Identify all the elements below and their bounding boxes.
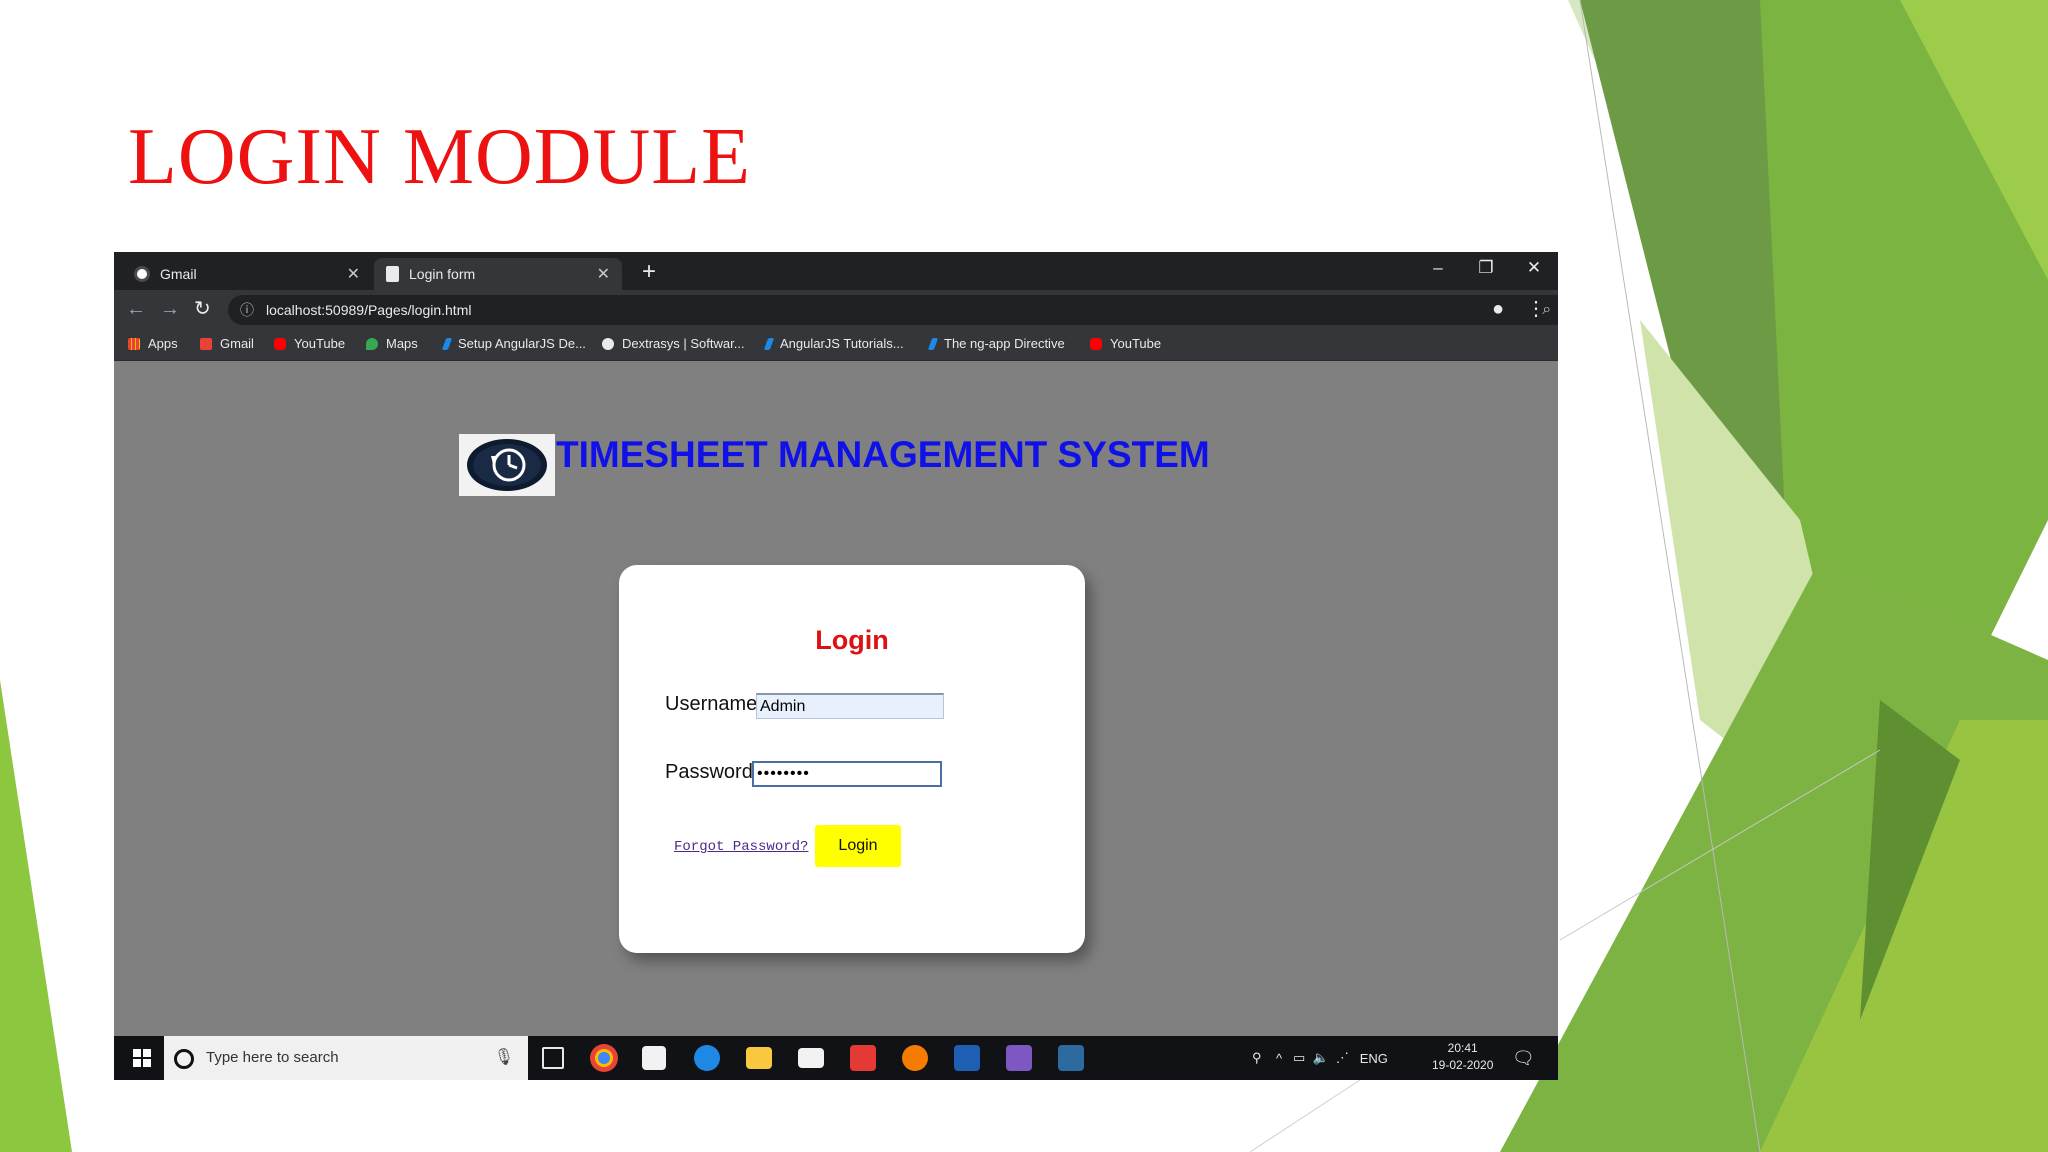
slide-title: LOGIN MODULE [128, 113, 752, 201]
windows-taskbar: Type here to search 🎙 ⚲ ^ ▭ 🔈 ⋰ ENG 20:4… [114, 1036, 1558, 1080]
tab-label: Login form [409, 266, 476, 282]
bookmark-maps[interactable]: Maps [366, 336, 418, 351]
battery-icon[interactable]: ▭ [1293, 1050, 1305, 1066]
bookmark-icon [763, 337, 775, 350]
back-arrow-icon[interactable]: ← [126, 298, 146, 320]
clock-logo [459, 434, 555, 496]
wifi-icon[interactable]: ⋰ [1336, 1050, 1349, 1066]
action-center-icon[interactable]: 🗨 [1512, 1036, 1535, 1080]
anydesk-icon[interactable] [850, 1045, 876, 1071]
taskbar-search[interactable]: Type here to search 🎙 [164, 1036, 528, 1080]
edge-icon[interactable] [694, 1045, 720, 1071]
bookmarks-bar: Apps Gmail YouTube Maps Setup AngularJS … [114, 330, 1558, 361]
maps-icon [366, 337, 378, 350]
globe-icon [602, 337, 614, 350]
clock-date: 19-02-2020 [1432, 1058, 1494, 1072]
cortana-icon [174, 1049, 194, 1069]
browser-screenshot: Gmail ✕ Login form ✕ + – ❐ ✕ ← → ↻ ⓘ loc… [114, 252, 1558, 1080]
word-icon[interactable] [954, 1045, 980, 1071]
file-explorer-icon[interactable] [746, 1047, 772, 1069]
bookmark-youtube-2[interactable]: YouTube [1090, 336, 1161, 351]
bookmark-dextrasys[interactable]: Dextrasys | Softwar... [602, 336, 745, 351]
youtube-icon [274, 337, 286, 350]
new-tab-button[interactable]: + [642, 258, 656, 286]
task-view-icon[interactable] [542, 1047, 564, 1069]
microphone-icon[interactable]: 🎙 [494, 1036, 514, 1080]
bookmark-gmail[interactable]: Gmail [200, 336, 254, 351]
youtube-icon [1090, 337, 1102, 350]
mail-icon[interactable] [798, 1048, 824, 1068]
close-icon[interactable]: ✕ [347, 264, 360, 284]
tab-bar: Gmail ✕ Login form ✕ + – ❐ ✕ [114, 252, 1558, 290]
username-input[interactable] [756, 693, 944, 719]
minimize-button[interactable]: – [1414, 252, 1462, 284]
reload-icon[interactable]: ↻ [194, 298, 211, 320]
search-placeholder: Type here to search [206, 1049, 339, 1066]
sql-server-icon[interactable] [1058, 1045, 1084, 1071]
tab-gmail[interactable]: Gmail ✕ [122, 258, 372, 290]
password-label: Password [665, 761, 753, 783]
profile-icon[interactable]: ● [1492, 298, 1504, 320]
forgot-password-link[interactable]: Forgot Password? [674, 839, 808, 855]
info-icon[interactable]: ⓘ [240, 295, 254, 325]
google-icon [134, 266, 150, 282]
windows-start-icon[interactable] [122, 1036, 162, 1080]
bookmark-setup-angularjs[interactable]: Setup AngularJS De... [441, 336, 586, 351]
address-bar[interactable]: ⓘ localhost:50989/Pages/login.html ⌕ ☆ [228, 295, 1558, 325]
browser-toolbar: ← → ↻ ⓘ localhost:50989/Pages/login.html… [114, 290, 1558, 330]
password-input[interactable] [752, 761, 942, 787]
menu-kebab-icon[interactable]: ⋮ [1526, 298, 1546, 320]
volume-muted-icon[interactable]: 🔈 [1312, 1050, 1328, 1066]
username-label: Username [665, 693, 758, 715]
tab-login-form[interactable]: Login form ✕ [374, 258, 622, 290]
bookmark-ng-app-directive[interactable]: The ng-app Directive [927, 336, 1065, 351]
store-icon[interactable] [642, 1046, 666, 1070]
sublime-icon[interactable] [902, 1045, 928, 1071]
apps-grid-icon [128, 337, 140, 350]
login-button[interactable]: Login [815, 825, 901, 867]
login-heading: Login [815, 625, 889, 655]
clock-time: 20:41 [1447, 1041, 1478, 1055]
bookmark-icon [927, 337, 939, 350]
forward-arrow-icon[interactable]: → [160, 298, 180, 320]
chevron-up-icon[interactable]: ^ [1276, 1051, 1282, 1066]
login-card: Login Username Password Forgot Password?… [619, 565, 1085, 953]
bookmark-youtube[interactable]: YouTube [274, 336, 345, 351]
chrome-icon[interactable] [590, 1044, 618, 1072]
bookmark-icon [441, 337, 453, 350]
visual-studio-icon[interactable] [1006, 1045, 1032, 1071]
restore-button[interactable]: ❐ [1462, 252, 1510, 284]
app-title: TIMESHEET MANAGEMENT SYSTEM [556, 434, 1210, 475]
tab-label: Gmail [160, 266, 197, 282]
window-close-button[interactable]: ✕ [1510, 252, 1558, 284]
language-indicator[interactable]: ENG [1360, 1051, 1388, 1066]
url-text: localhost:50989/Pages/login.html [266, 302, 472, 318]
people-icon[interactable]: ⚲ [1252, 1050, 1262, 1066]
bookmark-apps[interactable]: Apps [128, 336, 178, 351]
system-tray: ⚲ ^ ▭ 🔈 ⋰ ENG [1252, 1036, 1388, 1080]
close-icon[interactable]: ✕ [597, 264, 610, 284]
taskbar-clock[interactable]: 20:41 19-02-2020 [1432, 1040, 1493, 1074]
gmail-icon [200, 337, 212, 350]
bookmark-angularjs-tutorials[interactable]: AngularJS Tutorials... [763, 336, 904, 351]
page-icon [386, 266, 399, 282]
